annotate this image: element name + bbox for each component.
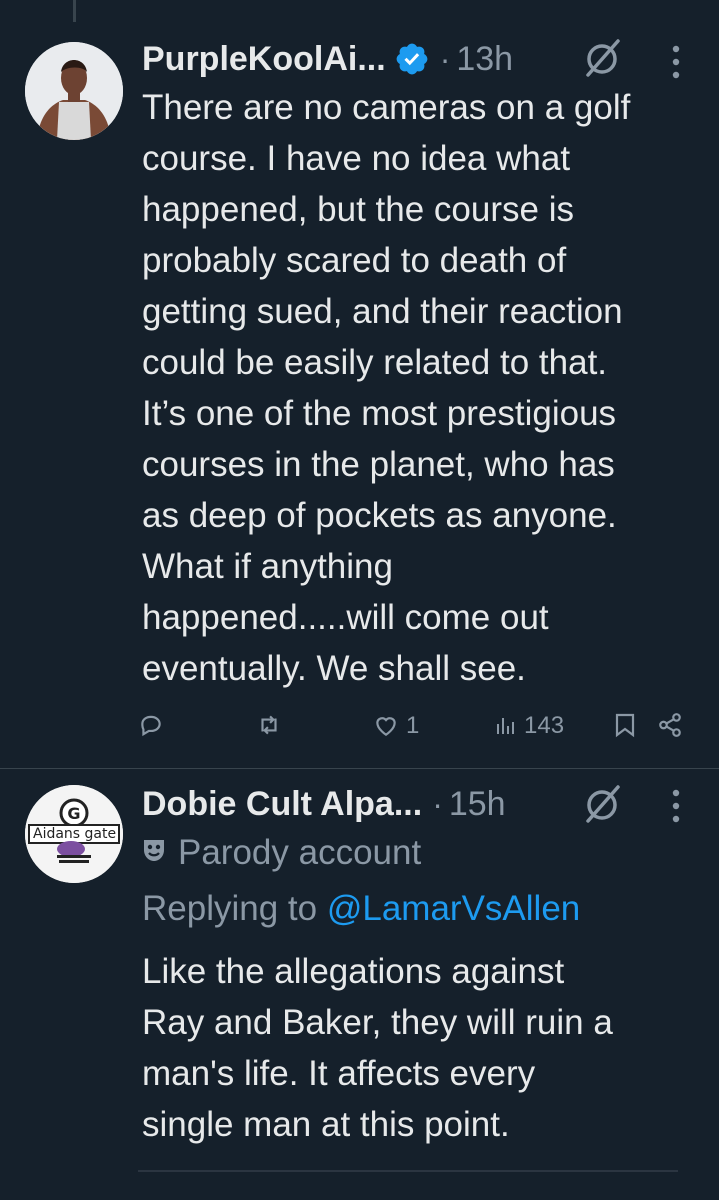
- grok-icon[interactable]: [580, 37, 624, 81]
- grok-icon[interactable]: [580, 783, 624, 827]
- tweet[interactable]: PurpleKoolAi... · 13h There are no camer…: [0, 0, 719, 768]
- tweet-text: Like the allegations against Ray and Bak…: [142, 952, 613, 1144]
- replying-to-label: Replying to: [142, 889, 318, 928]
- verified-badge-icon: [394, 41, 430, 77]
- views-button[interactable]: 143: [494, 712, 564, 740]
- repost-icon: [261, 715, 277, 735]
- parody-label: Parody account: [142, 833, 421, 873]
- reply-button[interactable]: [138, 712, 164, 738]
- avatar-label: Aidans gate: [33, 826, 117, 842]
- tweet-header: Dobie Cult Alpa... · 15h: [142, 779, 506, 829]
- tweet-actions: 1 143: [0, 712, 719, 752]
- share-button[interactable]: [656, 712, 684, 738]
- share-icon: [659, 713, 681, 737]
- svg-text:G: G: [67, 804, 80, 823]
- display-name[interactable]: Dobie Cult Alpa...: [142, 785, 422, 824]
- like-button[interactable]: 1: [372, 712, 419, 740]
- more-icon[interactable]: [670, 44, 682, 80]
- reply-handle-link[interactable]: @LamarVsAllen: [327, 889, 580, 928]
- timestamp[interactable]: 15h: [449, 785, 506, 824]
- more-icon[interactable]: [670, 788, 682, 824]
- bookmark-button[interactable]: [614, 712, 636, 738]
- avatar[interactable]: [25, 42, 123, 140]
- tweet-text: There are no cameras on a golf course. I…: [142, 88, 631, 688]
- like-icon: [376, 717, 396, 736]
- display-name[interactable]: PurpleKoolAi...: [142, 40, 386, 79]
- parody-account-text: Parody account: [178, 833, 422, 872]
- separator-dot: ·: [439, 40, 451, 77]
- reply-icon: [141, 715, 161, 737]
- avatar[interactable]: G Aidans gate: [25, 785, 123, 883]
- parody-mask-icon: [142, 833, 166, 873]
- views-icon: [497, 718, 514, 734]
- like-count: 1: [406, 712, 420, 739]
- tweet-actions-partial: [0, 1170, 719, 1200]
- tweet-divider: [0, 768, 719, 769]
- avatar-image: [25, 42, 123, 140]
- tweet-header: PurpleKoolAi... · 13h: [142, 34, 513, 84]
- repost-button[interactable]: [255, 712, 283, 738]
- view-count: 143: [524, 712, 565, 739]
- separator-dot: ·: [432, 785, 443, 822]
- reply-context: Replying to @LamarVsAllen: [142, 889, 580, 929]
- timestamp[interactable]: 13h: [456, 40, 513, 79]
- bookmark-icon: [615, 713, 635, 738]
